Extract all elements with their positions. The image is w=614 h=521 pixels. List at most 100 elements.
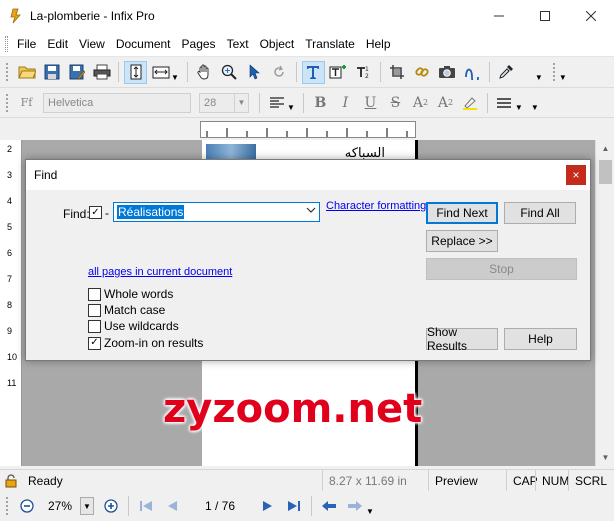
hand-tool-icon[interactable] — [193, 61, 216, 84]
menu-edit[interactable]: Edit — [44, 37, 76, 51]
font-name-box[interactable]: Helvetica — [43, 92, 191, 113]
whole-words-checkbox[interactable] — [88, 287, 101, 301]
format-toolbar: Ff Helvetica 28 ▼ ▼ B I U S A2 A2 ▼ ▼ — [0, 88, 614, 118]
strikethrough-icon[interactable]: S — [384, 91, 407, 114]
status-bar: Ready 8.27 x 11.69 in Preview CAP NUM SC… — [0, 469, 614, 492]
scroll-down-icon[interactable]: ▼ — [596, 449, 614, 466]
menu-view[interactable]: View — [76, 37, 113, 51]
find-enabled-checkbox[interactable]: ✓ — [89, 206, 102, 219]
vruler-num: 3 — [7, 170, 13, 180]
status-scrl: SCRL — [568, 469, 607, 492]
zoom-in-option[interactable]: ✓ Zoom-in on results — [88, 336, 203, 350]
zoom-out-icon[interactable] — [16, 495, 38, 517]
status-mode: Preview — [428, 469, 506, 492]
subscript-icon[interactable]: A2 — [434, 91, 457, 114]
close-window-button[interactable] — [568, 0, 614, 31]
first-page-icon[interactable] — [135, 495, 157, 517]
line-spacing-icon[interactable] — [493, 91, 516, 114]
open-folder-icon[interactable] — [15, 61, 38, 84]
toolbar-overflow-2-icon[interactable]: ▼ — [559, 73, 567, 82]
font-icon: Ff — [20, 96, 33, 109]
add-text-box-icon[interactable] — [327, 61, 350, 84]
vruler-num: 7 — [7, 274, 13, 284]
nav-overflow-icon[interactable]: ▼ — [366, 507, 374, 516]
fit-width-icon[interactable] — [149, 61, 172, 84]
vruler-num: 5 — [7, 222, 13, 232]
character-formatting-link[interactable]: Character formatting — [326, 200, 426, 212]
last-page-icon[interactable] — [283, 495, 305, 517]
menu-pages[interactable]: Pages — [179, 37, 224, 51]
menu-document[interactable]: Document — [113, 37, 179, 51]
find-next-button[interactable]: Find Next — [426, 202, 498, 224]
fit-dropdown-icon[interactable]: ▼ — [171, 73, 179, 82]
help-button[interactable]: Help — [504, 328, 577, 350]
print-icon[interactable] — [90, 61, 113, 84]
eyedropper-icon[interactable] — [495, 61, 518, 84]
scroll-thumb[interactable] — [599, 160, 612, 184]
previous-page-icon[interactable] — [161, 495, 183, 517]
menu-object[interactable]: Object — [257, 37, 303, 51]
stop-button[interactable]: Stop — [426, 258, 577, 280]
fit-page-icon[interactable] — [124, 60, 147, 84]
menu-text[interactable]: Text — [224, 37, 257, 51]
vruler-num: 10 — [7, 352, 18, 362]
zoom-dropdown-icon[interactable]: ▼ — [80, 497, 94, 515]
scope-link[interactable]: all pages in current document — [88, 266, 232, 278]
align-left-icon[interactable] — [265, 91, 288, 114]
nav-grip — [5, 496, 9, 516]
superscript-icon[interactable]: A2 — [409, 91, 432, 114]
zoom-value[interactable]: 27% — [40, 499, 80, 513]
minimize-button[interactable] — [476, 0, 522, 31]
save-as-icon[interactable] — [65, 61, 88, 84]
dialog-close-icon[interactable]: × — [566, 165, 586, 185]
vertical-scrollbar[interactable]: ▲ ▼ — [595, 140, 614, 466]
highlight-icon[interactable] — [459, 91, 482, 114]
save-icon[interactable] — [40, 61, 63, 84]
find-dialog-titlebar: Find — [26, 160, 590, 190]
path-tool-icon[interactable] — [461, 61, 484, 84]
toolbar-grip — [5, 62, 9, 82]
italic-icon[interactable]: I — [334, 91, 357, 114]
menu-help[interactable]: Help — [363, 37, 399, 51]
find-history-dropdown-icon[interactable] — [306, 205, 316, 216]
replace-button[interactable]: Replace >> — [426, 230, 498, 252]
use-wildcards-option[interactable]: Use wildcards — [88, 319, 179, 333]
rotate-icon[interactable] — [268, 61, 291, 84]
menu-translate[interactable]: Translate — [302, 37, 363, 51]
underline-icon[interactable]: U — [359, 91, 382, 114]
match-case-checkbox[interactable] — [88, 303, 101, 317]
show-results-button[interactable]: Show Results — [426, 325, 498, 353]
use-wildcards-checkbox[interactable] — [88, 319, 101, 333]
vruler-num: 11 — [7, 378, 17, 388]
zoom-in-icon[interactable] — [100, 495, 122, 517]
align-dropdown-icon[interactable]: ▼ — [287, 103, 295, 112]
horizontal-ruler — [200, 121, 416, 138]
vertical-ruler: 2 3 4 5 6 7 8 9 10 11 — [0, 140, 22, 466]
crop-icon[interactable] — [386, 61, 409, 84]
link-icon[interactable] — [411, 61, 434, 84]
menu-file[interactable]: File — [14, 37, 44, 51]
font-size-box[interactable]: 28 ▼ — [199, 92, 249, 113]
toolbar-overflow-icon[interactable]: ▼ — [535, 73, 543, 82]
find-all-button[interactable]: Find All — [504, 202, 576, 224]
next-page-icon[interactable] — [257, 495, 279, 517]
find-text-input[interactable]: Réalisations — [113, 202, 320, 222]
bold-icon[interactable]: B — [309, 91, 332, 114]
use-wildcards-label: Use wildcards — [104, 319, 179, 333]
text-tool-icon[interactable] — [301, 60, 325, 84]
match-case-option[interactable]: Match case — [88, 303, 165, 317]
camera-icon[interactable] — [436, 61, 459, 84]
select-arrow-icon[interactable] — [243, 61, 266, 84]
back-icon[interactable] — [318, 495, 340, 517]
format-overflow-icon[interactable]: ▼ — [531, 103, 539, 112]
scroll-up-icon[interactable]: ▲ — [596, 140, 614, 157]
font-size-dropdown-icon[interactable]: ▼ — [234, 93, 248, 112]
zoom-tool-icon[interactable] — [218, 61, 241, 84]
whole-words-option[interactable]: Whole words — [88, 287, 173, 301]
maximize-button[interactable] — [522, 0, 568, 31]
line-spacing-dropdown-icon[interactable]: ▼ — [515, 103, 523, 112]
forward-icon[interactable] — [344, 495, 366, 517]
text-reflow-icon[interactable]: 12 — [352, 61, 375, 84]
zoom-in-checkbox[interactable]: ✓ — [88, 336, 101, 350]
page-indicator[interactable]: 1 / 76 — [185, 499, 255, 513]
